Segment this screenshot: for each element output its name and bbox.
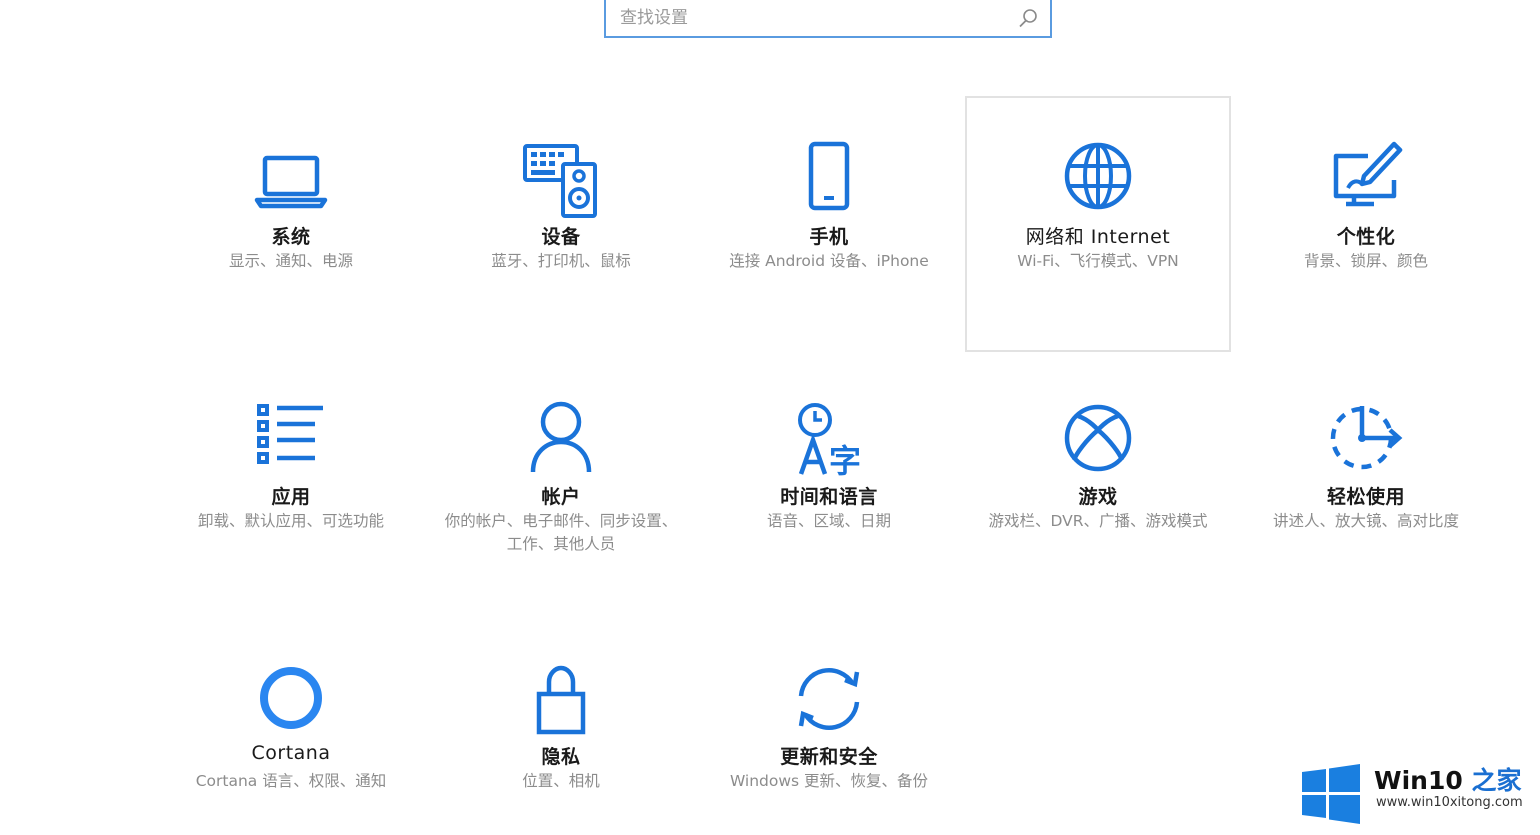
tile-description: 语音、区域、日期 [766,512,891,530]
tile-devices[interactable]: 设备 蓝牙、打印机、鼠标 [428,96,694,352]
tile-title: 更新和安全 [780,746,878,768]
phone-icon [787,138,871,222]
tile-title: 游戏 [1078,486,1118,508]
tile-privacy[interactable]: 隐私 位置、相机 [428,616,694,835]
tile-description: 你的帐户、电子邮件、同步设置、工作、其他人员 [444,512,678,553]
brand-accent: 之家 [1471,766,1522,795]
tile-description: 游戏栏、DVR、广播、游戏模式 [988,512,1208,530]
tile-description: 背景、锁屏、颜色 [1303,252,1428,270]
tile-title: 设备 [541,226,581,248]
tile-system[interactable]: 系统 显示、通知、电源 [158,96,424,352]
search-input[interactable] [606,0,1020,36]
tile-title: 轻松使用 [1326,486,1405,508]
tile-title: 手机 [809,226,849,248]
watermark-brand: Win10 之家 [1374,761,1521,797]
ease-of-access-icon [1324,398,1408,482]
tile-title: 个性化 [1336,226,1396,248]
tile-title: 时间和语言 [780,486,878,508]
tile-description: 显示、通知、电源 [228,252,353,270]
tile-description: 连接 Android 设备、iPhone [729,252,929,270]
paint-monitor-icon [1324,138,1408,222]
search-box[interactable] [604,0,1052,38]
tile-title: 系统 [271,226,311,248]
tile-phone[interactable]: 手机 连接 Android 设备、iPhone [696,96,962,352]
watermark: Win10 之家 www.win10xitong.com [1300,757,1532,827]
tile-gaming[interactable]: 游戏 游戏栏、DVR、广播、游戏模式 [965,356,1231,612]
tile-accounts[interactable]: 帐户 你的帐户、电子邮件、同步设置、工作、其他人员 [428,356,694,612]
apps-list-icon [249,398,333,482]
tile-title: 帐户 [541,486,581,508]
tile-title: Cortana [251,742,331,764]
tile-description: 位置、相机 [522,772,600,790]
laptop-icon [249,138,333,222]
tile-description: Windows 更新、恢复、备份 [729,772,929,790]
lock-icon [519,658,603,742]
globe-icon [1056,138,1140,222]
tile-ease-of-access[interactable]: 轻松使用 讲述人、放大镜、高对比度 [1233,356,1499,612]
tile-title: 应用 [271,486,311,508]
tile-time-language[interactable]: 字 时间和语言 语音、区域、日期 [696,356,962,612]
tile-description: 卸载、默认应用、可选功能 [197,512,384,530]
keyboard-speaker-icon [519,138,603,222]
tile-title: 网络和 Internet [1025,226,1171,248]
xbox-icon [1056,398,1140,482]
tile-personalization[interactable]: 个性化 背景、锁屏、颜色 [1233,96,1499,352]
settings-home: 系统 显示、通知、电源 设备 蓝牙、打印机、鼠标 [0,0,1540,835]
svg-text:字: 字 [829,442,861,480]
windows-logo-icon [1302,764,1360,824]
sync-icon [787,658,871,742]
tile-title: 隐私 [541,746,581,768]
search-icon[interactable] [1016,6,1040,30]
tile-description: 蓝牙、打印机、鼠标 [491,252,631,270]
watermark-url: www.win10xitong.com [1376,795,1523,810]
tile-description: 讲述人、放大镜、高对比度 [1272,512,1459,530]
brand-prefix: Win10 [1374,766,1472,795]
tile-description: Cortana 语言、权限、通知 [195,772,387,790]
tile-cortana[interactable]: Cortana Cortana 语言、权限、通知 [158,616,424,835]
tile-update-security[interactable]: 更新和安全 Windows 更新、恢复、备份 [696,616,962,835]
time-language-icon: 字 [787,398,871,482]
tile-description: Wi-Fi、飞行模式、VPN [1017,252,1179,270]
cortana-icon [249,658,333,742]
tile-network[interactable]: 网络和 Internet Wi-Fi、飞行模式、VPN [965,96,1231,352]
person-icon [519,398,603,482]
tile-apps[interactable]: 应用 卸载、默认应用、可选功能 [158,356,424,612]
